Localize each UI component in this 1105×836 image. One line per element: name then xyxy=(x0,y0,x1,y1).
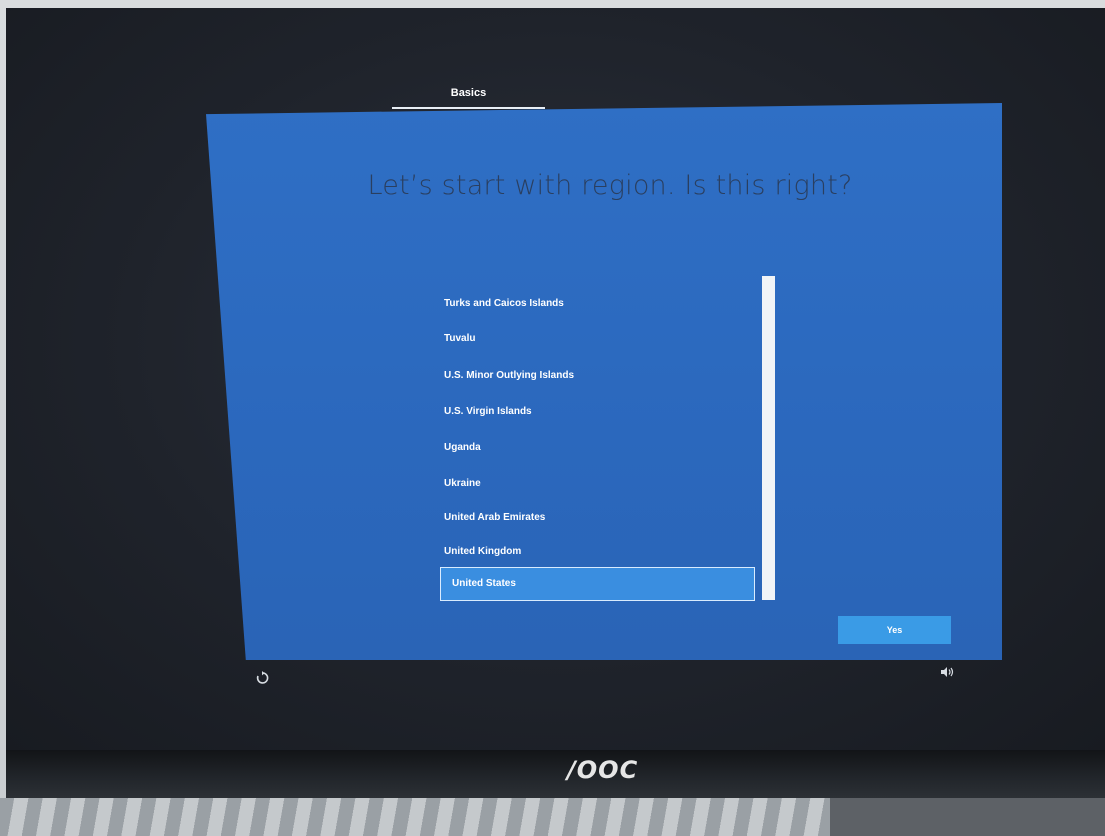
tab-basics-underline xyxy=(392,107,545,109)
region-item[interactable]: U.S. Virgin Islands xyxy=(440,395,755,429)
page-title: Let’s start with region. Is this right? xyxy=(367,170,853,201)
region-item[interactable]: Uganda xyxy=(440,431,755,465)
accessibility-icon[interactable] xyxy=(255,671,269,685)
region-item[interactable]: United Kingdom xyxy=(440,535,755,569)
yes-button[interactable]: Yes xyxy=(838,616,951,644)
monitor-bezel xyxy=(6,750,1105,798)
region-item[interactable]: United Arab Emirates xyxy=(440,501,755,535)
desk-equipment xyxy=(830,798,1105,836)
region-item-selected[interactable]: United States xyxy=(440,567,755,601)
volume-icon[interactable] xyxy=(940,666,954,678)
region-item[interactable]: Ukraine xyxy=(440,467,755,501)
region-list[interactable]: Turks and Caicos Islands Tuvalu U.S. Minor… xyxy=(440,285,755,603)
region-item[interactable]: U.S. Minor Outlying Islands xyxy=(440,359,755,393)
monitor-brand-logo: /ΟOC xyxy=(567,756,639,784)
tab-basics: Basics xyxy=(450,87,487,99)
region-list-scrollbar[interactable] xyxy=(762,276,775,600)
photo-background: /ΟOC Basics Let’s start with region. Is … xyxy=(0,0,1105,836)
region-item[interactable]: Tuvalu xyxy=(440,322,755,356)
region-item[interactable]: Turks and Caicos Islands xyxy=(440,287,755,321)
